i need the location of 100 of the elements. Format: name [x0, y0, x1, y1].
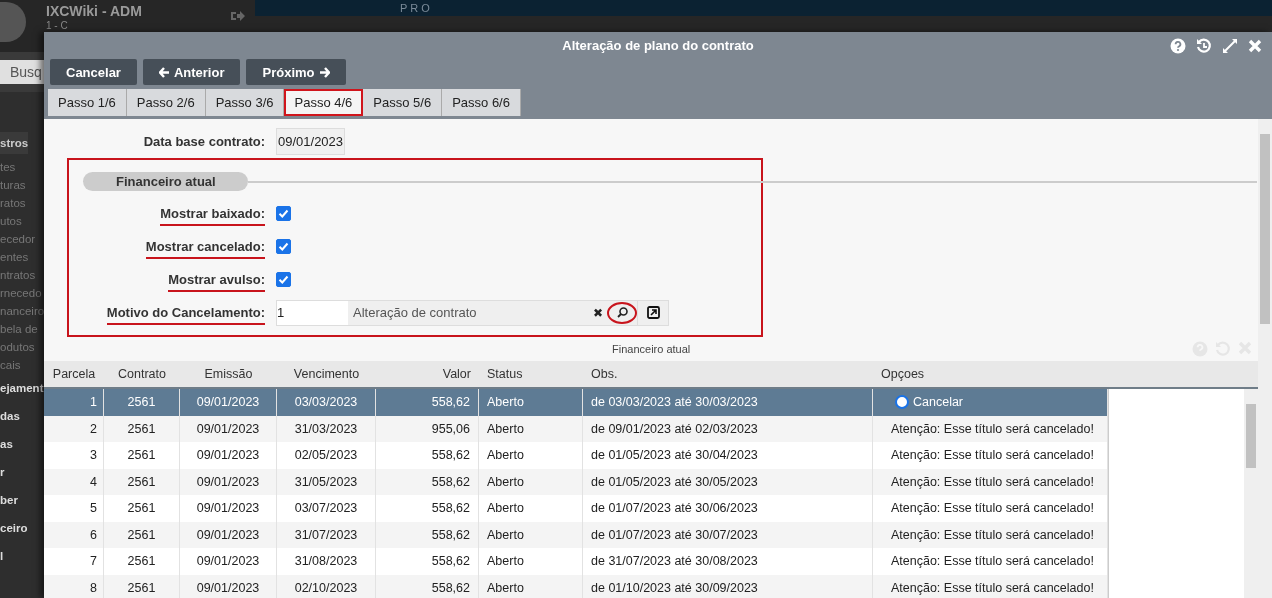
- table-cell: 09/01/2023: [180, 574, 277, 598]
- content-scrollbar[interactable]: [1258, 119, 1272, 598]
- field-label: Mostrar avulso:: [168, 272, 265, 292]
- warning-text: Atenção: Esse título será cancelado!: [890, 448, 1094, 463]
- table-cell: de 01/10/2023 até 30/09/2023: [583, 574, 873, 598]
- table-cell: 09/01/2023: [180, 548, 277, 575]
- table-cell: 2561: [104, 389, 180, 416]
- table-cell: 7: [44, 548, 104, 575]
- column-header[interactable]: Opçoes: [873, 367, 1108, 381]
- column-header[interactable]: Status: [479, 367, 583, 381]
- field-label: Mostrar baixado:: [160, 206, 265, 226]
- sidebar-item[interactable]: l: [0, 542, 4, 570]
- table-cell: 02/05/2023: [277, 442, 376, 469]
- field-label: Data base contrato:: [142, 134, 265, 151]
- column-header[interactable]: Parcela: [44, 367, 104, 381]
- lookup-field[interactable]: 1 Alteração de contrato ✖: [276, 299, 669, 326]
- table-cell: 5: [44, 495, 104, 522]
- next-button[interactable]: Próximo: [246, 59, 346, 85]
- table-row[interactable]: 5 2561 09/01/2023 03/07/2023 558,62 Aberto de 01/07/2023 até 30/06/2023 Atenção: Esse título será cancelado!: [44, 495, 1108, 522]
- sidebar-item[interactable]: ceiro: [0, 514, 28, 542]
- table-scrollbar[interactable]: [1244, 389, 1258, 598]
- section-caption: Financeiro atual: [612, 343, 691, 355]
- table-cell: 558,62: [376, 495, 479, 522]
- help-icon[interactable]: [1170, 38, 1186, 54]
- table-cell: Aberto: [479, 442, 583, 469]
- table-cell: 2561: [104, 442, 180, 469]
- external-link-icon: [646, 306, 660, 319]
- table-cell: Aberto: [479, 495, 583, 522]
- table-row[interactable]: 7 2561 09/01/2023 31/08/2023 558,62 Aberto de 31/07/2023 até 30/08/2023 Atenção: Esse título será cancelado!: [44, 548, 1108, 575]
- warning-text: Atenção: Esse título será cancelado!: [890, 527, 1094, 542]
- table-cell: 3: [44, 442, 104, 469]
- table-cell: 2561: [104, 574, 180, 598]
- table-cell: de 01/05/2023 até 30/04/2023: [583, 442, 873, 469]
- clear-button[interactable]: ✖: [589, 305, 607, 320]
- sidebar-item[interactable]: r: [0, 458, 5, 486]
- header-text: PRO: [400, 2, 433, 14]
- checkbox[interactable]: [276, 239, 291, 254]
- right-arrow-icon: [318, 66, 330, 78]
- description-text: Alteração de contrato: [352, 305, 478, 320]
- warning-text: Atenção: Esse título será cancelado!: [890, 474, 1094, 489]
- table-cell: 8: [44, 574, 104, 598]
- radio-label: Cancelar: [913, 395, 964, 410]
- table-cell: 09/01/2023: [180, 442, 277, 469]
- column-header[interactable]: Obs.: [583, 367, 873, 381]
- column-header[interactable]: Emissão: [180, 367, 277, 381]
- step-tab[interactable]: Passo 6/6: [442, 89, 521, 116]
- table-cell: 2561: [104, 548, 180, 575]
- step-tab[interactable]: Passo 2/6: [126, 89, 206, 116]
- table-cell: de 03/03/2023 até 30/03/2023: [583, 389, 873, 416]
- table-cell: 03/07/2023: [277, 495, 376, 522]
- table-cell: de 01/07/2023 até 30/06/2023: [583, 495, 873, 522]
- table-cell: Aberto: [479, 548, 583, 575]
- table-cell: 03/03/2023: [277, 389, 376, 416]
- sidebar-item[interactable]: ber: [0, 486, 18, 514]
- checkbox[interactable]: [276, 272, 291, 287]
- table-cell: 31/08/2023: [277, 548, 376, 575]
- column-header[interactable]: Valor: [376, 367, 479, 381]
- cancel-button[interactable]: Cancelar: [50, 59, 137, 85]
- field-label: Mostrar cancelado:: [145, 239, 265, 259]
- table-row[interactable]: 3 2561 09/01/2023 02/05/2023 558,62 Aberto de 01/05/2023 até 30/04/2023 Atenção: Esse título será cancelado!: [44, 442, 1108, 469]
- search-button[interactable]: [607, 301, 637, 324]
- column-header[interactable]: Contrato: [104, 367, 180, 381]
- table-cell: 2561: [104, 495, 180, 522]
- search-icon: [616, 307, 628, 318]
- left-arrow-icon: [158, 66, 170, 78]
- table-cell: Aberto: [479, 574, 583, 598]
- table-cell: Aberto: [479, 389, 583, 416]
- radio-button[interactable]: [895, 395, 909, 410]
- table-cell: 09/01/2023: [180, 389, 277, 416]
- step-tab[interactable]: Passo 3/6: [205, 89, 285, 116]
- avatar: [0, 2, 26, 42]
- code-input[interactable]: 1: [277, 300, 348, 325]
- column-header[interactable]: Vencimento: [277, 367, 376, 381]
- logout-icon[interactable]: [231, 10, 245, 22]
- user-subtitle: 1 - C: [46, 20, 68, 31]
- warning-text: Atenção: Esse título será cancelado!: [890, 501, 1094, 516]
- warning-text: Atenção: Esse título será cancelado!: [890, 421, 1094, 436]
- expand-icon[interactable]: [1222, 38, 1238, 54]
- date-field[interactable]: 09/01/2023: [276, 128, 346, 155]
- table-cell: 558,62: [376, 548, 479, 575]
- sidebar-item[interactable]: as: [0, 430, 13, 458]
- step-tab[interactable]: Passo 5/6: [363, 89, 443, 116]
- table-cell: de 31/07/2023 até 30/08/2023: [583, 548, 873, 575]
- sidebar-item[interactable]: ejament: [0, 374, 44, 402]
- app-title: IXCWiki - ADM: [46, 3, 142, 19]
- warning-text: Atenção: Esse título será cancelado!: [890, 580, 1094, 595]
- field-label: Motivo do Cancelamento:: [106, 305, 265, 325]
- sidebar-item[interactable]: das: [0, 402, 20, 430]
- back-button[interactable]: Anterior: [142, 59, 241, 85]
- window-title: Alteração de plano do contrato: [562, 38, 754, 53]
- table-row[interactable]: 1 2561 09/01/2023 03/03/2023 558,62 Aberto de 03/03/2023 até 30/03/2023 Cancelar: [44, 389, 1108, 416]
- table-cell: 02/10/2023: [277, 574, 376, 598]
- table-cell: 09/01/2023: [180, 495, 277, 522]
- table-cell: 558,62: [376, 389, 479, 416]
- table-cell: 558,62: [376, 442, 479, 469]
- table-cell: 558,62: [376, 574, 479, 598]
- step-tab[interactable]: Passo 1/6: [48, 89, 127, 116]
- step-tab[interactable]: Passo 4/6: [284, 89, 364, 116]
- warning-text: Atenção: Esse título será cancelado!: [890, 554, 1094, 569]
- checkbox[interactable]: [276, 206, 291, 221]
